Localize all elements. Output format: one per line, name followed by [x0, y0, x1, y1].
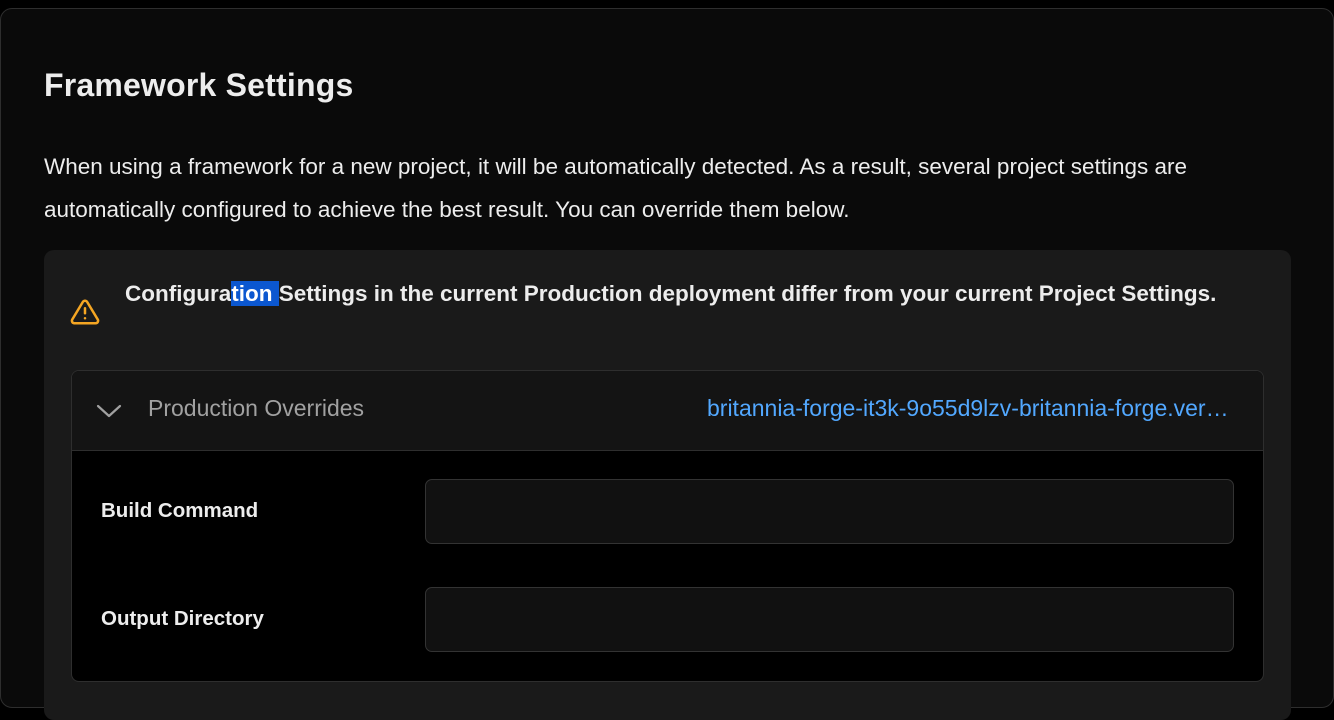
framework-settings-card: Framework Settings When using a framewor…: [0, 8, 1334, 720]
warning-triangle-icon: [70, 297, 100, 327]
build-command-label: Build Command: [101, 499, 259, 522]
output-directory-label: Output Directory: [101, 607, 264, 630]
section-description: When using a framework for a new project…: [44, 154, 1188, 222]
section-title: Framework Settings: [44, 67, 354, 103]
deployment-link[interactable]: britannia-forge-it3k-9o55d9lzv-britannia…: [707, 395, 1237, 422]
production-overrides-label: Production Overrides: [148, 395, 365, 421]
text-selection: tion: [231, 281, 279, 306]
production-overrides-section: Production Overrides britannia-forge-it3…: [71, 370, 1264, 682]
production-overrides-toggle[interactable]: Production Overrides britannia-forge-it3…: [72, 371, 1263, 451]
configuration-warning-panel: Configuration Settings in the current Pr…: [44, 250, 1291, 720]
build-command-input[interactable]: [425, 479, 1234, 544]
warning-text-start: Configura: [125, 281, 232, 306]
warning-message: Configuration Settings in the current Pr…: [125, 276, 1275, 312]
chevron-down-icon: [94, 399, 124, 423]
output-directory-input[interactable]: [425, 587, 1234, 652]
warning-text-end: Settings in the current Production deplo…: [278, 281, 1217, 306]
